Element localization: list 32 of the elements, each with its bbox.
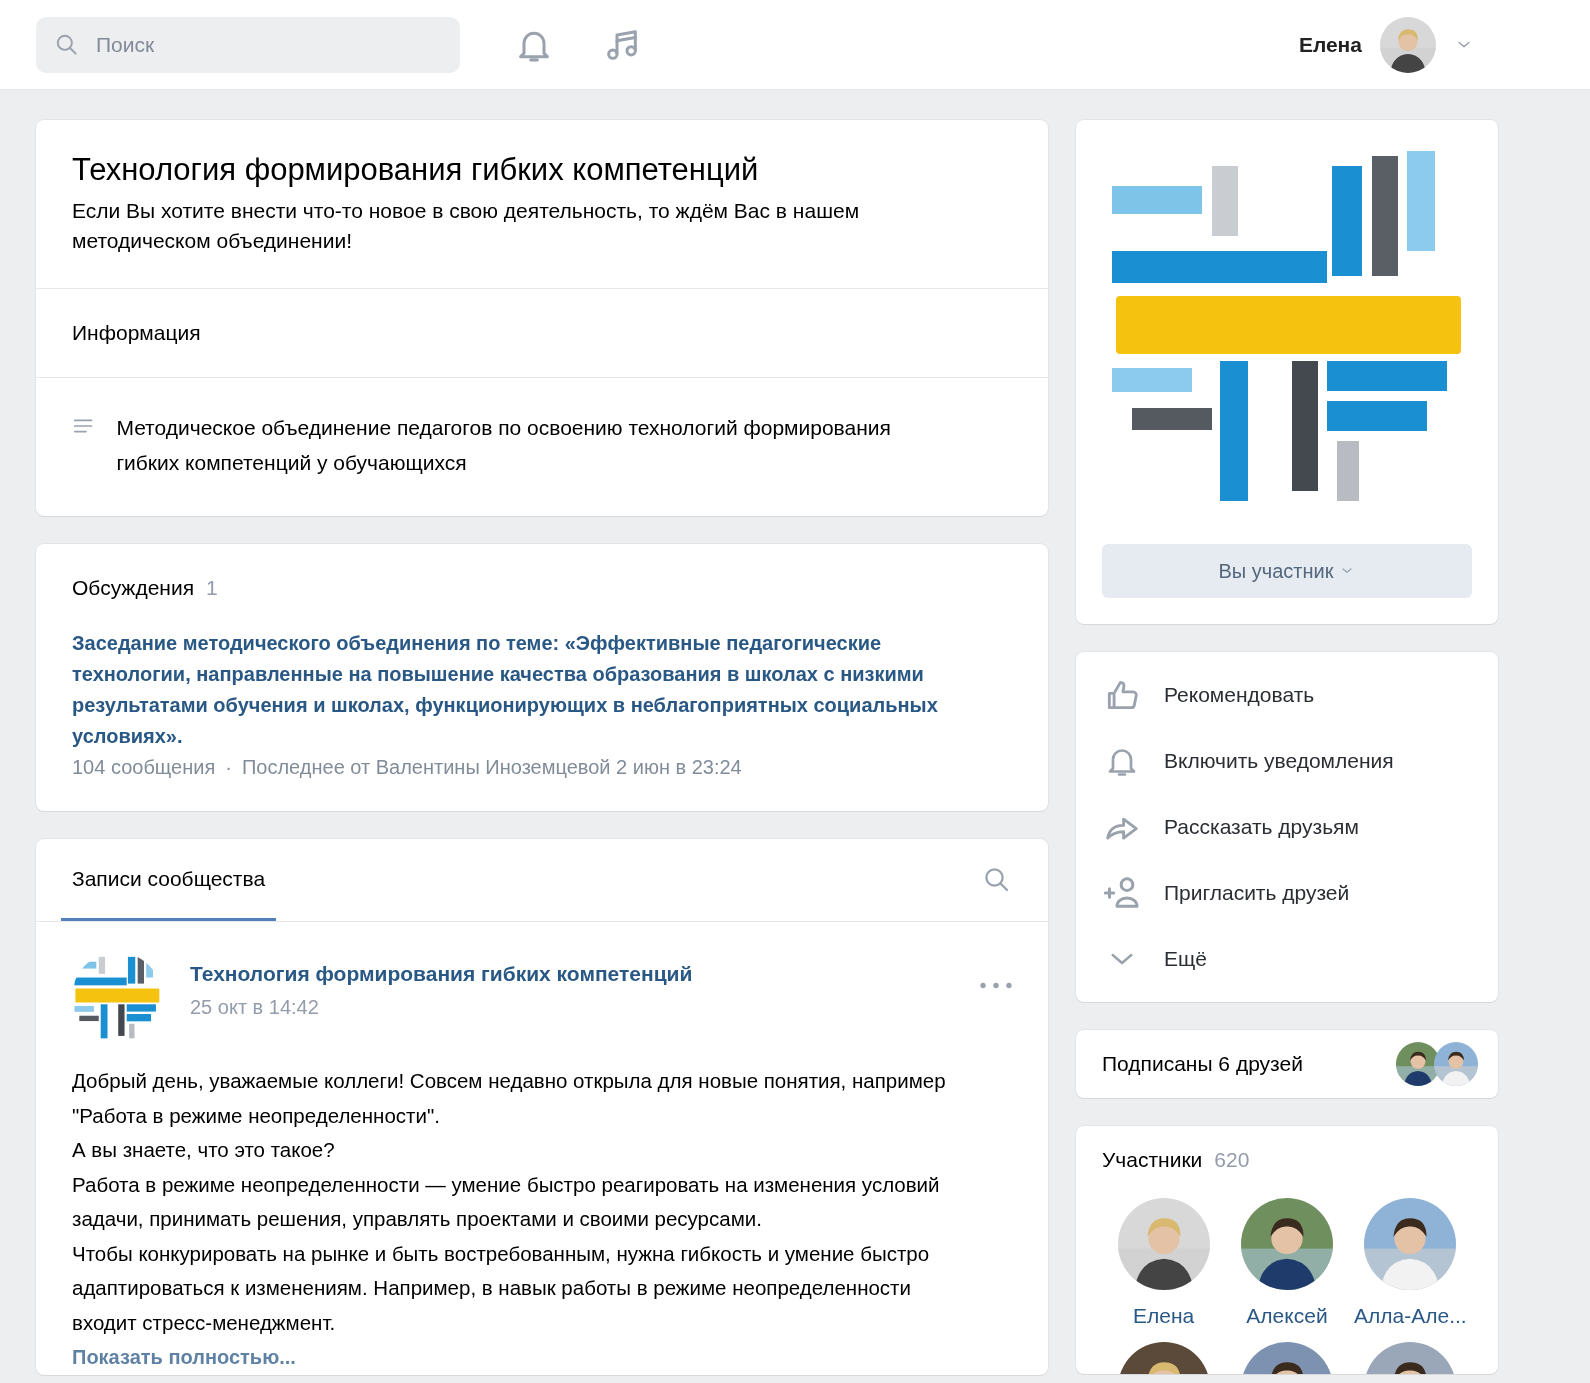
user-name[interactable]: Елена <box>1298 32 1362 57</box>
show-more-link[interactable]: Показать полностью... <box>72 1346 296 1368</box>
post-text: Чтобы конкурировать на рынке и быть востребованным, нужна гибкость и умение быстро адаптироваться к изменениям. Например, в навык работы в режиме неопределенности входит стресс-менеджмент. <box>72 1240 931 1336</box>
action-item[interactable]: Рассказать друзьям <box>1102 794 1472 860</box>
more-icon <box>980 982 1012 989</box>
topic-link[interactable]: Заседание методического объединения по теме: «Эффективные педагогические технологии, направленные на повышение качества образования в школах с низкими результатами обучения и школах, функционирующих в неблагоприятных социальных условиях». <box>72 628 992 752</box>
action-item[interactable]: Ещё <box>1102 926 1472 992</box>
message-count: 104 сообщения <box>72 756 216 779</box>
post-text: Добрый день, уважаемые коллеги! Совсем недавно открыла для новые понятия, например "Работа в режиме неопределенности". <box>72 1068 947 1129</box>
group-status: Если Вы хотите внести что-то новое в свою деятельность, то ждём Вас в нашем методическом объединении! <box>72 198 861 254</box>
post-author[interactable]: Технология формирования гибких компетенций <box>190 962 693 986</box>
membership-button[interactable]: Вы участник <box>1102 544 1472 598</box>
member-count: 620 <box>1214 1148 1250 1172</box>
separator: · <box>225 756 232 779</box>
discussion-count: 1 <box>206 576 218 600</box>
wall-tab[interactable]: Записи сообщества <box>61 839 277 921</box>
member-name[interactable]: Елена <box>1133 1304 1195 1328</box>
search-field[interactable]: Поиск <box>36 16 460 73</box>
section-heading[interactable]: Участники <box>1102 1148 1203 1172</box>
member-name[interactable]: Алла-Але... <box>1354 1304 1467 1328</box>
group-description: Методическое объединение педагогов по освоению технологий формирования гибких компетенций у обучающихся <box>116 415 892 476</box>
action-item[interactable]: Пригласить друзей <box>1102 860 1472 926</box>
action-item[interactable]: Рекомендовать <box>1102 662 1472 728</box>
post-text: А вы знаете, что это такое? <box>72 1137 336 1163</box>
post-text: Работа в режиме неопределенности — умение быстро реагировать на изменения условий задачи, принимать решения, управлять проектами и своими ресурсами. <box>72 1171 941 1232</box>
action-item[interactable]: Включить уведомления <box>1102 728 1472 794</box>
member-name[interactable]: Алексей <box>1246 1304 1328 1328</box>
section-heading[interactable]: Обсуждения <box>72 576 195 600</box>
friends-subscribed[interactable]: Подписаны 6 друзей <box>1102 1052 1303 1076</box>
group-title: Технология формирования гибких компетенций <box>72 152 760 188</box>
section-heading[interactable]: Информация <box>72 321 201 344</box>
more-button[interactable] <box>980 982 1012 989</box>
